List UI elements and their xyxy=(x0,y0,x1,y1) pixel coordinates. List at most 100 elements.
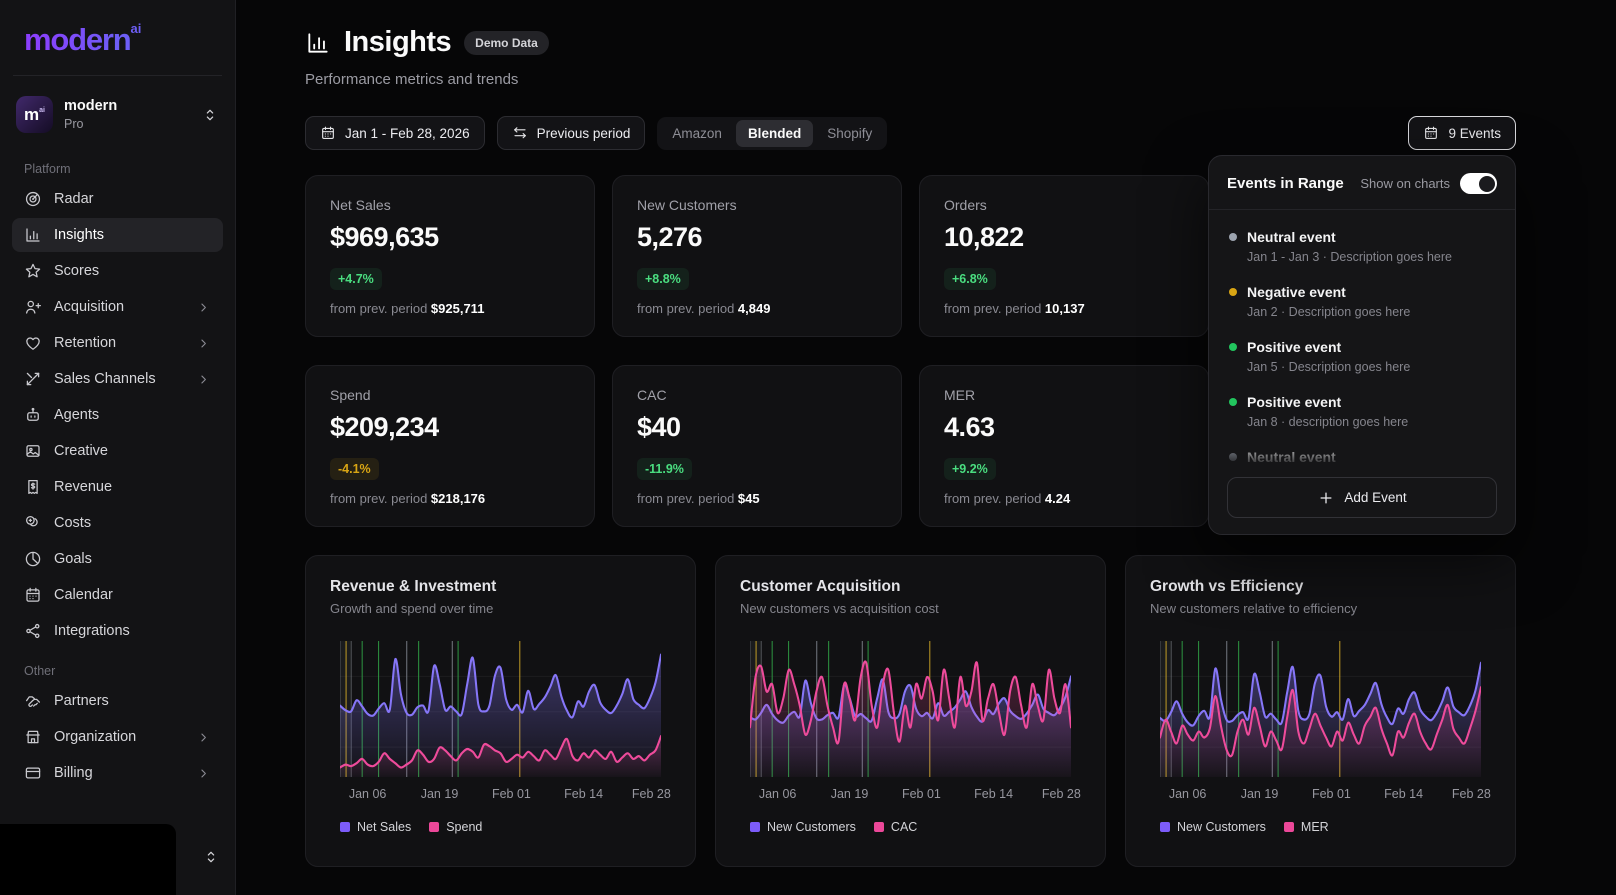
share-icon xyxy=(24,622,42,640)
event-item-3[interactable]: Positive eventJan 5 · Description goes h… xyxy=(1227,328,1497,383)
sidebar-collapse-button[interactable] xyxy=(202,848,220,871)
event-item-title-row: Negative event xyxy=(1229,284,1495,300)
kpi-delta-badge: +6.8% xyxy=(944,268,996,290)
chart-x-axis: Jan 06Jan 19Feb 01Feb 14Feb 28 xyxy=(340,787,661,805)
handshake-icon xyxy=(24,692,42,710)
sidebar-item-label: Sales Channels xyxy=(54,371,156,387)
add-event-button[interactable]: Add Event xyxy=(1227,477,1497,518)
date-range-button[interactable]: Jan 1 - Feb 28, 2026 xyxy=(305,116,485,150)
sidebar-item-revenue[interactable]: Revenue xyxy=(12,470,223,504)
compare-period-button[interactable]: Previous period xyxy=(497,116,646,150)
segment-blended[interactable]: Blended xyxy=(736,120,813,147)
sidebar-item-agents[interactable]: Agents xyxy=(12,398,223,432)
segment-shopify[interactable]: Shopify xyxy=(815,120,884,147)
chart-plot-area xyxy=(340,641,661,777)
page-subtitle: Performance metrics and trends xyxy=(305,71,1516,88)
sidebar: modernai mai modern Pro PlatformRadarIns… xyxy=(0,0,236,895)
chart-card-growth-vs-efficiency: Growth vs EfficiencyNew customers relati… xyxy=(1125,555,1516,867)
chart-x-axis: Jan 06Jan 19Feb 01Feb 14Feb 28 xyxy=(750,787,1071,805)
sidebar-item-goals[interactable]: Goals xyxy=(12,542,223,576)
sidebar-item-billing[interactable]: Billing xyxy=(12,756,223,790)
receipt-icon xyxy=(24,478,42,496)
legend-label: New Customers xyxy=(1177,820,1266,834)
kpi-label: New Customers xyxy=(637,197,877,213)
x-axis-tick: Feb 01 xyxy=(1312,787,1351,801)
workspace-plan: Pro xyxy=(64,117,117,131)
legend-label: New Customers xyxy=(767,820,856,834)
event-detail: Jan 5 · Description goes here xyxy=(1247,360,1495,374)
sidebar-item-label: Radar xyxy=(54,191,94,207)
events-list: Neutral eventJan 1 - Jan 3 · Description… xyxy=(1227,210,1497,467)
sidebar-item-integrations[interactable]: Integrations xyxy=(12,614,223,648)
chevron-right-icon xyxy=(196,372,211,387)
chart-x-axis: Jan 06Jan 19Feb 01Feb 14Feb 28 xyxy=(1160,787,1481,805)
chart-plot-area xyxy=(1160,641,1481,777)
chart-plot-area xyxy=(750,641,1071,777)
sidebar-item-organization[interactable]: Organization xyxy=(12,720,223,754)
sidebar-item-costs[interactable]: Costs xyxy=(12,506,223,540)
chart-title: Customer Acquisition xyxy=(740,578,1081,596)
image-icon xyxy=(24,442,42,460)
kpi-prev-period: from prev. period 4,849 xyxy=(637,301,877,316)
credit-card-icon xyxy=(24,764,42,782)
segment-amazon[interactable]: Amazon xyxy=(660,120,734,147)
chart-card-customer-acquisition: Customer Acquisition New customers vs acq… xyxy=(715,555,1106,867)
chevrons-up-down-icon xyxy=(201,106,219,124)
x-axis-tick: Feb 01 xyxy=(902,787,941,801)
event-type-dot xyxy=(1229,233,1237,241)
sidebar-item-acquisition[interactable]: Acquisition xyxy=(12,290,223,324)
page-title: Insights xyxy=(344,26,451,59)
event-item-1[interactable]: Neutral eventJan 1 - Jan 3 · Description… xyxy=(1227,218,1497,273)
events-button-label: 9 Events xyxy=(1448,126,1501,141)
sidebar-item-sales-channels[interactable]: Sales Channels xyxy=(12,362,223,396)
x-axis-tick: Feb 01 xyxy=(492,787,531,801)
workspace-switcher[interactable]: mai modern Pro xyxy=(0,83,235,146)
sidebar-item-retention[interactable]: Retention xyxy=(12,326,223,360)
insights-page-icon xyxy=(305,30,331,56)
chart-subtitle: New customers vs acquisition cost xyxy=(740,601,1081,616)
sidebar-item-label: Organization xyxy=(54,729,136,745)
sidebar-item-scores[interactable]: Scores xyxy=(12,254,223,288)
kpi-prev-period: from prev. period 4.24 xyxy=(944,491,1184,506)
event-type-dot xyxy=(1229,343,1237,351)
charts-grid: Revenue & InvestmentGrowth and spend ove… xyxy=(305,555,1516,867)
page-header: Insights Demo Data xyxy=(305,26,1516,59)
event-item-title-row: Positive event xyxy=(1229,394,1495,410)
target-icon xyxy=(24,550,42,568)
heart-icon xyxy=(24,334,42,352)
event-item-2[interactable]: Negative eventJan 2 · Description goes h… xyxy=(1227,273,1497,328)
sidebar-item-insights[interactable]: Insights xyxy=(12,218,223,252)
event-item-4[interactable]: Positive event Jan 8 · description goes h… xyxy=(1227,383,1497,438)
brand-logo-text: modern xyxy=(24,22,130,57)
legend-swatch xyxy=(340,822,350,832)
bar-chart-icon xyxy=(24,226,42,244)
main-content: Insights Demo Data Performance metrics a… xyxy=(236,0,1616,895)
sidebar-item-label: Creative xyxy=(54,443,108,459)
star-icon xyxy=(24,262,42,280)
legend-swatch xyxy=(750,822,760,832)
kpi-value: 5,276 xyxy=(637,222,877,253)
sidebar-item-radar[interactable]: Radar xyxy=(12,182,223,216)
workspace-avatar-sup: ai xyxy=(39,107,45,114)
workspace-avatar-letter: m xyxy=(24,105,39,125)
store-icon xyxy=(24,728,42,746)
kpi-value: $969,635 xyxy=(330,222,570,253)
chart-plot xyxy=(340,641,661,777)
bot-icon xyxy=(24,406,42,424)
x-axis-tick: Feb 14 xyxy=(564,787,603,801)
sidebar-item-label: Billing xyxy=(54,765,93,781)
kpi-value: $209,234 xyxy=(330,412,570,443)
sidebar-item-creative[interactable]: Creative xyxy=(12,434,223,468)
kpi-delta-badge: +4.7% xyxy=(330,268,382,290)
sidebar-item-calendar[interactable]: Calendar xyxy=(12,578,223,612)
sidebar-cutout xyxy=(0,824,176,895)
legend-swatch xyxy=(874,822,884,832)
plus-icon xyxy=(1317,489,1335,507)
sidebar-item-partners[interactable]: Partners xyxy=(12,684,223,718)
legend-label: Spend xyxy=(446,820,482,834)
kpi-card-orders: Orders10,822+6.8%from prev. period 10,13… xyxy=(919,175,1209,337)
events-button[interactable]: 9 Events xyxy=(1408,116,1516,150)
event-title: Positive event xyxy=(1247,394,1341,410)
show-on-charts-toggle[interactable] xyxy=(1460,173,1497,194)
event-detail: Jan 8 · description goes here xyxy=(1247,415,1495,429)
